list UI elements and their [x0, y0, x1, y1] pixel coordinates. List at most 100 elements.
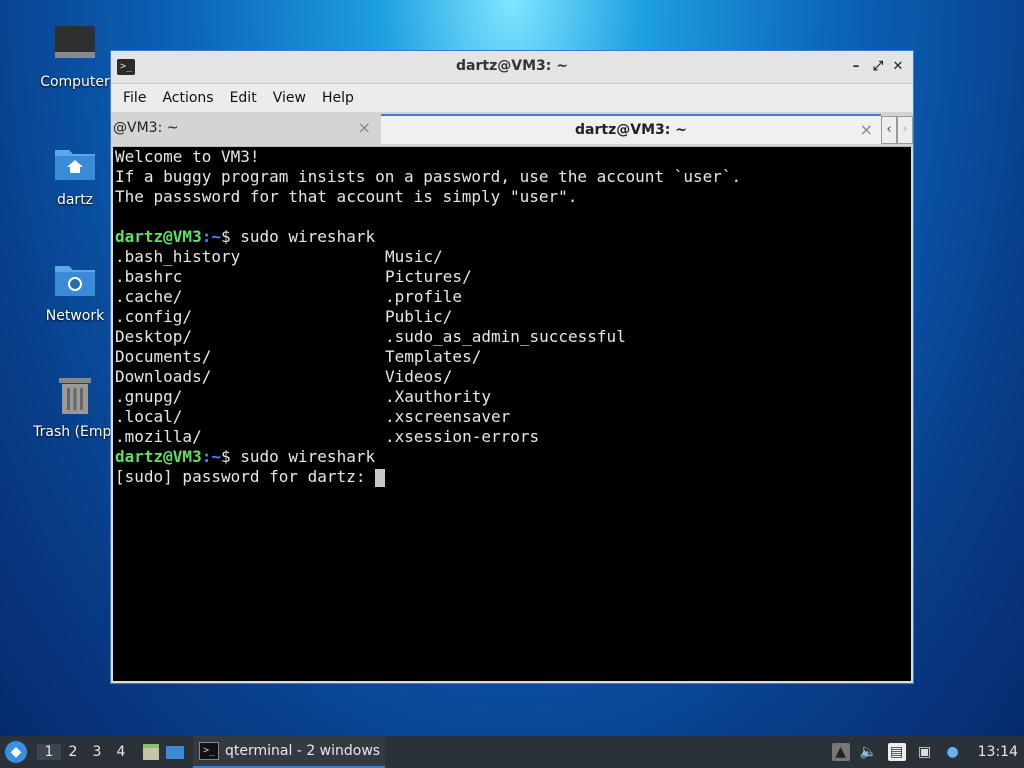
prompt-path: :~ — [201, 447, 221, 466]
listing-entry: Templates/ — [385, 347, 482, 366]
clipboard-icon[interactable]: ▤ — [887, 743, 906, 761]
desktop-icon-trash[interactable]: Trash (Empt — [27, 372, 123, 440]
listing-entry: .xscreensaver — [385, 407, 511, 426]
listing-entry: .bashrc — [115, 267, 183, 286]
menu-view[interactable]: View — [265, 90, 314, 106]
listing-row: .bash_history Music/ — [115, 247, 911, 267]
task-label: qterminal - 2 windows — [225, 743, 381, 759]
volume-icon[interactable]: 🔈 — [860, 743, 878, 761]
system-tray: ▲ 🔈 ▤ ▣ ● 13:14 — [831, 743, 1024, 761]
tab-scroll-left-icon[interactable]: ‹ — [881, 116, 897, 144]
command-text: sudo wireshark — [240, 227, 376, 246]
listing-row: Documents/Templates/ — [115, 347, 911, 367]
listing-row: .cache/ .profile — [115, 287, 911, 307]
sudo-prompt: [sudo] password for dartz: — [115, 467, 376, 486]
listing-entry: .sudo_as_admin_successful — [385, 327, 626, 346]
listing-row: .mozilla/ .xsession-errors — [115, 427, 911, 447]
computer-icon — [51, 22, 99, 70]
listing-row: Desktop/ .sudo_as_admin_successful — [115, 327, 911, 347]
prompt-user: dartz@VM3 — [115, 447, 202, 466]
titlebar[interactable]: >_ dartz@VM3: ~ – ⤢ ✕ — [111, 51, 913, 84]
prompt-symbol: $ — [220, 227, 241, 246]
desktop-label-network: Network — [45, 308, 105, 324]
notification-icon[interactable]: ● — [944, 743, 962, 761]
tab-scroll-right-icon[interactable]: › — [897, 116, 913, 144]
menu-file[interactable]: File — [115, 90, 154, 106]
terminal-output[interactable]: Welcome to VM3! If a buggy program insis… — [113, 147, 911, 681]
tray-arrow-icon[interactable]: ▲ — [831, 743, 850, 761]
prompt-user: dartz@VM3 — [115, 227, 202, 246]
trash-icon — [51, 372, 99, 420]
tab-2[interactable]: dartz@VM3: ~ × — [381, 114, 881, 144]
sudo-password-line[interactable]: [sudo] password for dartz: — [115, 467, 911, 487]
file-manager-icon[interactable] — [141, 742, 161, 762]
tab-1[interactable]: @VM3: ~ × — [111, 114, 379, 144]
menu-edit[interactable]: Edit — [222, 90, 265, 106]
listing-row: .gnupg/ .Xauthority — [115, 387, 911, 407]
taskbar: ◆ 1 2 3 4 >_ qterminal - 2 windows ▲ 🔈 ▤… — [0, 736, 1024, 768]
menu-actions[interactable]: Actions — [154, 90, 221, 106]
close-icon[interactable]: ✕ — [889, 58, 907, 76]
listing-entry: .config/ — [115, 307, 193, 326]
desktop-label-home: dartz — [56, 192, 94, 208]
listing-entry: Music/ — [385, 247, 443, 266]
listing-entry: .cache/ — [115, 287, 183, 306]
tab-2-label: dartz@VM3: ~ — [575, 122, 687, 138]
desktop-icon-network[interactable]: Network — [27, 256, 123, 324]
home-folder-icon — [51, 140, 99, 188]
listing-entry: .local/ — [115, 407, 183, 426]
listing-entry: .mozilla/ — [115, 427, 202, 446]
desktop-icon-home[interactable]: dartz — [27, 140, 123, 208]
workspace-2[interactable]: 2 — [61, 744, 85, 760]
menu-help[interactable]: Help — [314, 90, 362, 106]
text-cursor — [375, 468, 386, 487]
maximize-icon[interactable]: ⤢ — [869, 58, 887, 76]
directory-listing: .bash_history Music/ .bashrc Pictures/ .ca… — [115, 247, 911, 447]
tab-2-close-icon[interactable]: × — [860, 120, 873, 139]
terminal-line: If a buggy program insists on a password… — [115, 167, 742, 186]
menubar: File Actions Edit View Help — [111, 84, 913, 112]
desktop-icon-computer[interactable]: Computer — [27, 22, 123, 90]
listing-entry: Desktop/ — [115, 327, 193, 346]
listing-entry: .bash_history — [115, 247, 241, 266]
listing-entry: Public/ — [385, 307, 453, 326]
listing-entry: .Xauthority — [385, 387, 491, 406]
command-text: sudo wireshark — [240, 447, 376, 466]
tab-bar: @VM3: ~ × dartz@VM3: ~ × ‹ › — [111, 112, 913, 147]
listing-row: .bashrc Pictures/ — [115, 267, 911, 287]
listing-row: .config/Public/ — [115, 307, 911, 327]
desktop-label-computer: Computer — [40, 74, 110, 90]
listing-row: .local/ .xscreensaver — [115, 407, 911, 427]
network-folder-icon — [51, 256, 99, 304]
listing-entry: Videos/ — [385, 367, 453, 386]
terminal-window: >_ dartz@VM3: ~ – ⤢ ✕ File Actions Edit … — [110, 50, 914, 684]
listing-entry: Downloads/ — [115, 367, 212, 386]
terminal-line: Welcome to VM3! — [115, 147, 260, 166]
listing-row: Downloads/Videos/ — [115, 367, 911, 387]
prompt-symbol: $ — [220, 447, 241, 466]
terminal-task-icon: >_ — [199, 742, 219, 760]
listing-entry: Documents/ — [115, 347, 212, 366]
desktop-label-trash: Trash (Empt — [33, 424, 117, 440]
taskbar-task-qterminal[interactable]: >_ qterminal - 2 windows — [193, 736, 385, 768]
tab-1-label: @VM3: ~ — [113, 120, 179, 136]
terminal-prompt-line: dartz@VM3:~$ sudo wireshark — [115, 447, 911, 467]
show-desktop-icon[interactable] — [165, 742, 185, 762]
clock[interactable]: 13:14 — [972, 744, 1018, 760]
tab-1-close-icon[interactable]: × — [358, 118, 371, 137]
prompt-path: :~ — [201, 227, 221, 246]
listing-entry: Pictures/ — [385, 267, 472, 286]
workspace-1[interactable]: 1 — [37, 744, 61, 760]
listing-entry: .profile — [385, 287, 463, 306]
listing-entry: .xsession-errors — [385, 427, 540, 446]
network-tray-icon[interactable]: ▣ — [916, 743, 934, 761]
workspace-4[interactable]: 4 — [109, 744, 133, 760]
terminal-prompt-line: dartz@VM3:~$ sudo wireshark — [115, 227, 911, 247]
workspace-3[interactable]: 3 — [85, 744, 109, 760]
terminal-line: The passsword for that account is simply… — [115, 187, 578, 206]
window-title: dartz@VM3: ~ — [456, 58, 568, 74]
listing-entry: .gnupg/ — [115, 387, 183, 406]
minimize-icon[interactable]: – — [847, 58, 865, 76]
start-menu-icon[interactable]: ◆ — [5, 741, 27, 763]
